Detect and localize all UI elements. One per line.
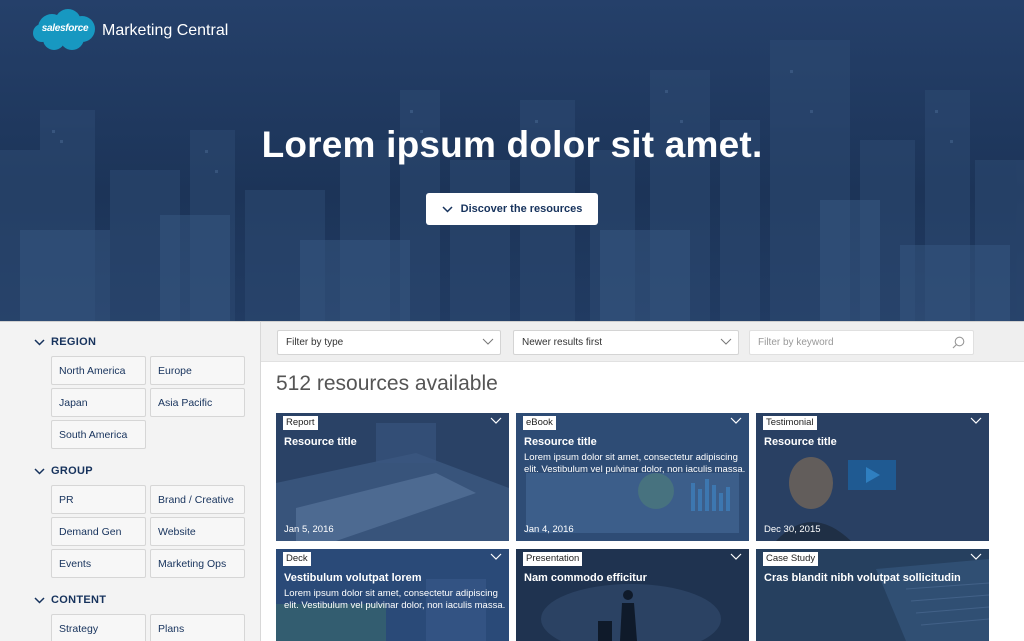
card-title: Resource title xyxy=(284,436,357,448)
card-type-tag: Deck xyxy=(283,552,311,566)
card-title: Vestibulum volutpat lorem xyxy=(284,572,422,584)
resources-main: Filter by type Newer results first 512 r… xyxy=(261,321,1024,641)
card-description: Lorem ipsum dolor sit amet, consectetur … xyxy=(284,588,506,611)
type-filter-value: Filter by type xyxy=(286,337,344,348)
card-type-tag: eBook xyxy=(523,416,556,430)
keyword-search[interactable] xyxy=(749,330,974,355)
filter-chip-north-america[interactable]: North America xyxy=(51,356,146,385)
filter-chip-events[interactable]: Events xyxy=(51,549,146,578)
chevron-down-icon[interactable] xyxy=(490,417,502,424)
card-thumbnail xyxy=(516,413,749,541)
brand-logo[interactable]: salesforce Marketing Central xyxy=(32,8,228,52)
resource-card[interactable]: Presentation Nam commodo efficitur xyxy=(516,549,749,641)
chevron-down-icon[interactable] xyxy=(490,553,502,560)
card-type-tag: Case Study xyxy=(763,552,819,566)
card-title: Nam commodo efficitur xyxy=(524,572,647,584)
card-date: Jan 4, 2016 xyxy=(524,524,574,535)
hero-title: Lorem ipsum dolor sit amet. xyxy=(261,124,763,165)
section-group-toggle[interactable]: GROUP xyxy=(34,465,93,477)
chevron-down-icon xyxy=(482,337,494,348)
sort-select[interactable]: Newer results first xyxy=(513,330,739,355)
chevron-down-icon xyxy=(34,596,45,604)
chevron-down-icon[interactable] xyxy=(970,417,982,424)
chevron-down-icon xyxy=(34,467,45,475)
discover-resources-button[interactable]: Discover the resources xyxy=(426,193,598,225)
section-content-label: CONTENT xyxy=(51,594,107,606)
section-region-toggle[interactable]: REGION xyxy=(34,336,96,348)
filter-sidebar: REGION North America Europe Japan Asia P… xyxy=(0,321,261,641)
chevron-down-icon[interactable] xyxy=(970,553,982,560)
filter-chip-marketing-ops[interactable]: Marketing Ops xyxy=(150,549,245,578)
filter-chip-europe[interactable]: Europe xyxy=(150,356,245,385)
resource-card[interactable]: Testimonial Resource title Dec 30, 2015 xyxy=(756,413,989,541)
card-thumbnail xyxy=(756,413,989,541)
hero-banner: salesforce Marketing Central Lorem ipsum… xyxy=(0,0,1024,321)
section-group-label: GROUP xyxy=(51,465,93,477)
search-icon[interactable] xyxy=(952,336,965,349)
card-type-tag: Report xyxy=(283,416,318,430)
results-count: 512 resources available xyxy=(276,372,498,395)
type-filter-select[interactable]: Filter by type xyxy=(277,330,501,355)
resource-card[interactable]: eBook Resource title Lorem ipsum dolor s… xyxy=(516,413,749,541)
chevron-down-icon xyxy=(442,205,453,213)
filter-bar: Filter by type Newer results first xyxy=(261,321,1024,362)
card-description: Lorem ipsum dolor sit amet, consectetur … xyxy=(524,452,746,475)
resource-card[interactable]: Report Resource title Jan 5, 2016 xyxy=(276,413,509,541)
filter-chip-demand-gen[interactable]: Demand Gen xyxy=(51,517,146,546)
card-type-tag: Testimonial xyxy=(763,416,817,430)
card-date: Jan 5, 2016 xyxy=(284,524,334,535)
chevron-down-icon[interactable] xyxy=(730,553,742,560)
logo-text: salesforce xyxy=(41,23,89,34)
filter-chip-website[interactable]: Website xyxy=(150,517,245,546)
discover-resources-label: Discover the resources xyxy=(460,203,583,215)
filter-chip-brand-creative[interactable]: Brand / Creative xyxy=(150,485,245,514)
keyword-search-input[interactable] xyxy=(758,337,948,348)
salesforce-cloud-icon: salesforce xyxy=(32,8,98,52)
card-title: Cras blandit nibh volutpat sollicitudin xyxy=(764,572,961,584)
chevron-down-icon xyxy=(720,337,732,348)
chevron-down-icon xyxy=(34,338,45,346)
card-title: Resource title xyxy=(764,436,837,448)
section-content-toggle[interactable]: CONTENT xyxy=(34,594,106,606)
filter-chip-asia-pacific[interactable]: Asia Pacific xyxy=(150,388,245,417)
card-title: Resource title xyxy=(524,436,597,448)
resource-card[interactable]: Deck Vestibulum volutpat lorem Lorem ips… xyxy=(276,549,509,641)
filter-chip-south-america[interactable]: South America xyxy=(51,420,146,449)
card-type-tag: Presentation xyxy=(523,552,583,566)
section-region-label: REGION xyxy=(51,336,97,348)
filter-chip-plans[interactable]: Plans xyxy=(150,614,245,641)
chevron-down-icon[interactable] xyxy=(730,417,742,424)
filter-chip-pr[interactable]: PR xyxy=(51,485,146,514)
card-thumbnail xyxy=(276,413,509,541)
app-name: Marketing Central xyxy=(102,22,229,39)
card-date: Dec 30, 2015 xyxy=(764,524,821,535)
filter-chip-japan[interactable]: Japan xyxy=(51,388,146,417)
sort-value: Newer results first xyxy=(522,337,603,348)
filter-chip-strategy[interactable]: Strategy xyxy=(51,614,146,641)
resource-card[interactable]: Case Study Cras blandit nibh volutpat so… xyxy=(756,549,989,641)
